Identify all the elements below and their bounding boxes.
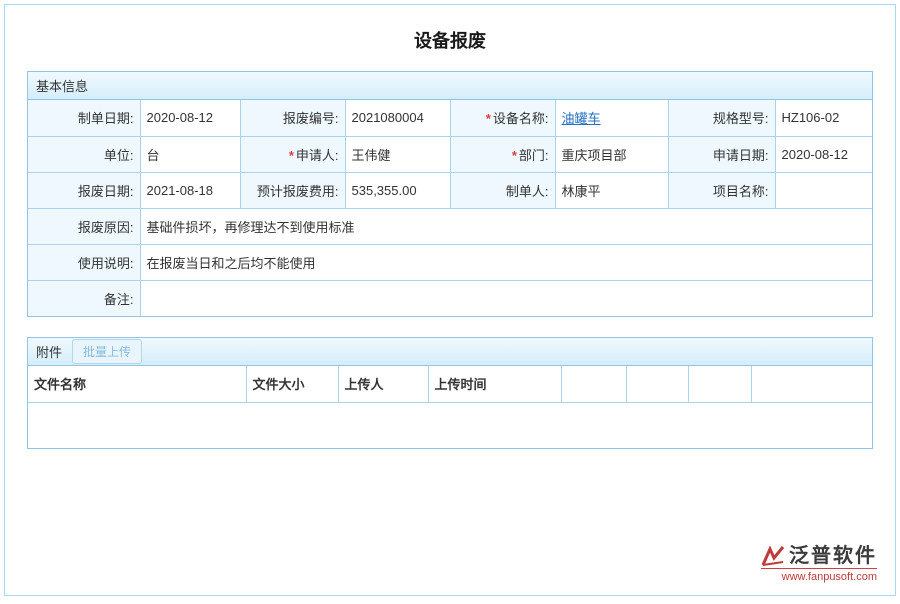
table-row: 报废原因: 基础件损坏，再修理达不到使用标准	[28, 208, 872, 244]
table-row: 单位: 台 *申请人: 王伟健 *部门: 重庆项目部 申请日期: 2020-08…	[28, 136, 872, 172]
batch-upload-button[interactable]: 批量上传	[72, 339, 142, 364]
device-name-link[interactable]: 油罐车	[562, 111, 601, 126]
field-label-usage-note: 使用说明:	[28, 244, 140, 280]
field-value-project-name	[775, 172, 872, 208]
column-header-upload-time: 上传时间	[428, 366, 561, 402]
field-label-unit: 单位:	[28, 136, 140, 172]
required-asterisk: *	[486, 111, 491, 126]
field-label-scrap-date: 报废日期:	[28, 172, 140, 208]
field-label-estimated-cost: 预计报废费用:	[240, 172, 345, 208]
column-header-empty	[751, 366, 872, 402]
brand-logo: 泛普软件 www.fanpusoft.com	[761, 546, 877, 583]
field-label-remark: 备注:	[28, 280, 140, 316]
basic-info-section: 基本信息 制单日期: 2020-08-12 报废编号: 2021080004 *…	[27, 71, 873, 317]
field-value-scrap-reason: 基础件损坏，再修理达不到使用标准	[140, 208, 872, 244]
field-label-make-date: 制单日期:	[28, 100, 140, 136]
basic-info-section-header: 基本信息	[28, 72, 872, 100]
field-value-device-name: 油罐车	[555, 100, 668, 136]
attachments-empty-body	[28, 402, 872, 448]
table-row: 制单日期: 2020-08-12 报废编号: 2021080004 *设备名称:…	[28, 100, 872, 136]
field-label-department: *部门:	[450, 136, 555, 172]
field-value-apply-date: 2020-08-12	[775, 136, 872, 172]
column-header-uploader: 上传人	[338, 366, 428, 402]
field-value-department: 重庆项目部	[555, 136, 668, 172]
field-value-estimated-cost: 535,355.00	[345, 172, 450, 208]
field-value-usage-note: 在报废当日和之后均不能使用	[140, 244, 872, 280]
basic-info-section-title: 基本信息	[36, 76, 88, 95]
field-value-make-date: 2020-08-12	[140, 100, 240, 136]
brand-row: 泛普软件	[761, 546, 877, 569]
field-label-maker: 制单人:	[450, 172, 555, 208]
field-value-scrap-no: 2021080004	[345, 100, 450, 136]
attachments-section: 附件 批量上传 文件名称 文件大小 上传人 上传时间	[27, 337, 873, 449]
column-header-file-name: 文件名称	[28, 366, 246, 402]
table-row: 备注:	[28, 280, 872, 316]
field-label-project-name: 项目名称:	[668, 172, 775, 208]
field-value-applicant: 王伟健	[345, 136, 450, 172]
field-value-scrap-date: 2021-08-18	[140, 172, 240, 208]
column-header-empty	[688, 366, 751, 402]
required-asterisk: *	[512, 148, 517, 163]
field-value-spec-model: HZ106-02	[775, 100, 872, 136]
page-frame: 设备报废 基本信息 制单日期: 2020-08-12 报废编号: 2021080…	[4, 4, 896, 596]
attachments-header-row: 文件名称 文件大小 上传人 上传时间	[28, 366, 872, 402]
column-header-file-size: 文件大小	[246, 366, 338, 402]
field-label-spec-model: 规格型号:	[668, 100, 775, 136]
field-value-remark	[140, 280, 872, 316]
brand-name: 泛普软件	[789, 546, 877, 566]
field-label-apply-date: 申请日期:	[668, 136, 775, 172]
brand-url: www.fanpusoft.com	[761, 571, 877, 583]
field-value-unit: 台	[140, 136, 240, 172]
attachments-empty-row	[28, 402, 872, 448]
field-value-maker: 林康平	[555, 172, 668, 208]
attachments-section-title: 附件	[36, 342, 62, 361]
field-label-device-name: *设备名称:	[450, 100, 555, 136]
page-title: 设备报废	[5, 27, 895, 53]
field-label-scrap-no: 报废编号:	[240, 100, 345, 136]
column-header-empty	[561, 366, 626, 402]
required-asterisk: *	[289, 148, 294, 163]
column-header-empty	[626, 366, 688, 402]
fanpu-logo-icon	[761, 546, 785, 566]
attachments-table: 文件名称 文件大小 上传人 上传时间	[28, 366, 872, 448]
field-label-scrap-reason: 报废原因:	[28, 208, 140, 244]
field-label-applicant: *申请人:	[240, 136, 345, 172]
attachments-section-header: 附件 批量上传	[28, 338, 872, 366]
table-row: 使用说明: 在报废当日和之后均不能使用	[28, 244, 872, 280]
table-row: 报废日期: 2021-08-18 预计报废费用: 535,355.00 制单人:…	[28, 172, 872, 208]
basic-info-table: 制单日期: 2020-08-12 报废编号: 2021080004 *设备名称:…	[28, 100, 872, 316]
